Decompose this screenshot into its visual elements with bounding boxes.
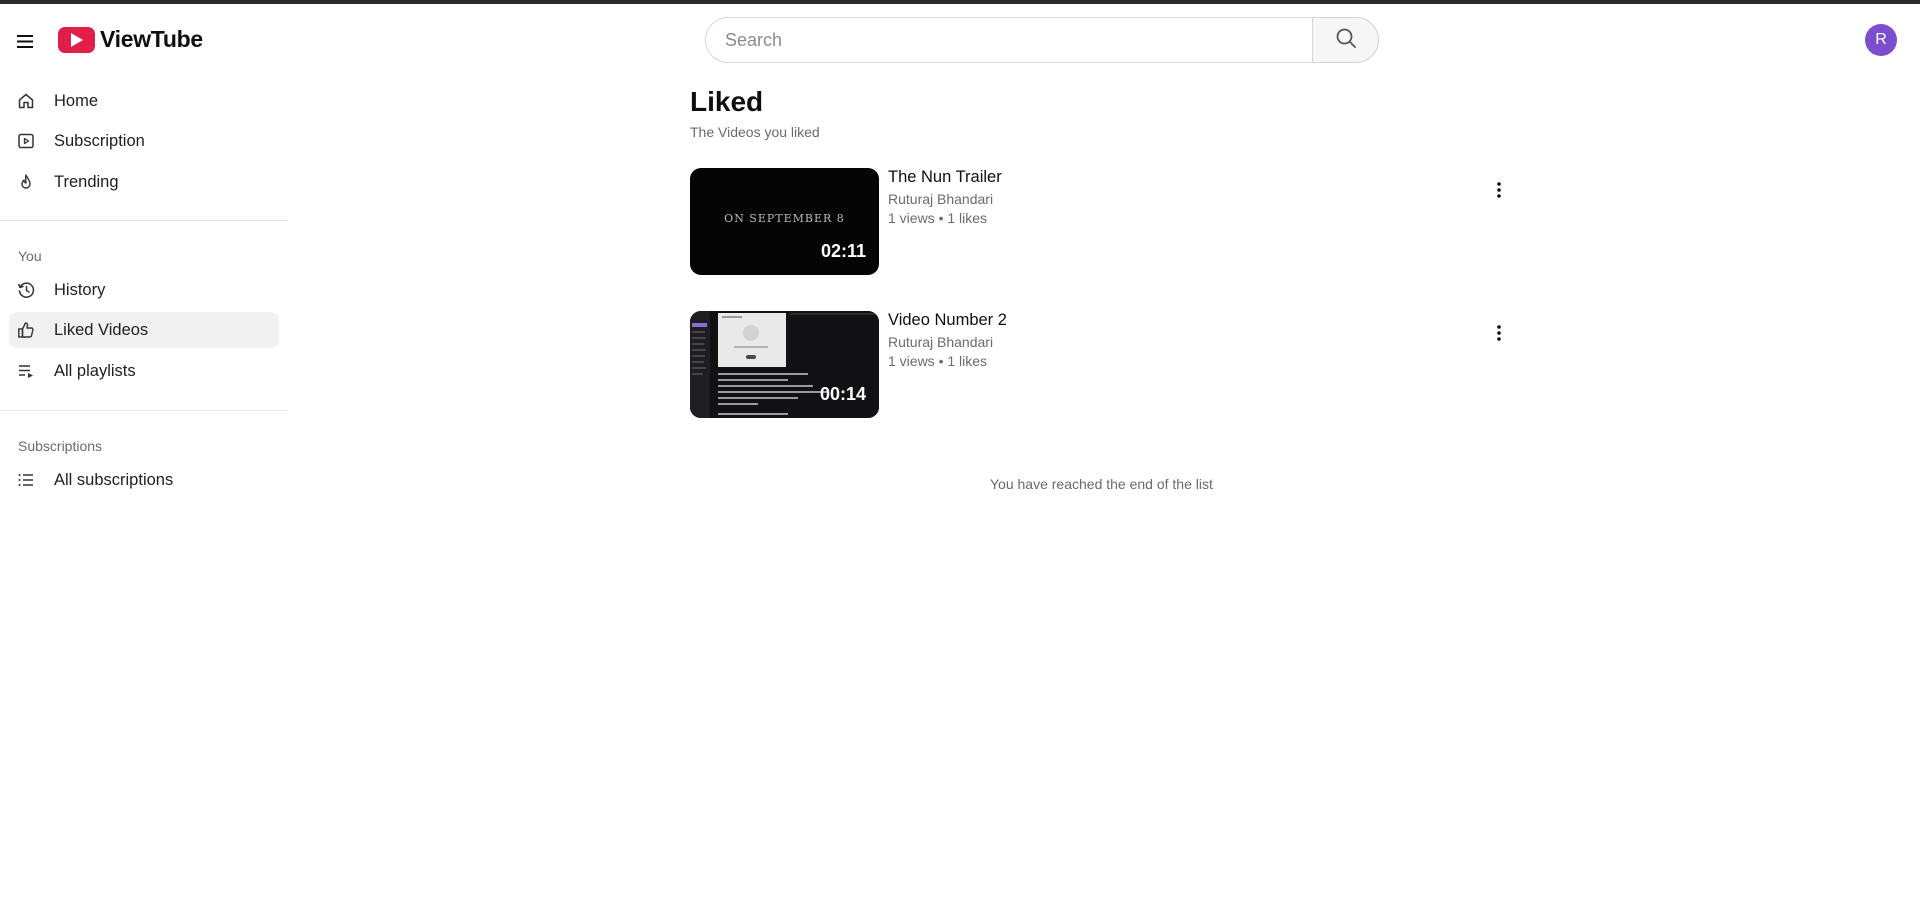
top-header: ViewTube R bbox=[0, 4, 1920, 76]
like-count: 1 likes bbox=[947, 210, 988, 226]
video-title[interactable]: The Nun Trailer bbox=[888, 168, 1002, 187]
video-stats: 1 views • 1 likes bbox=[888, 353, 987, 369]
page-subtitle: The Videos you liked bbox=[690, 124, 820, 140]
history-icon bbox=[17, 281, 35, 299]
thumbs-up-icon bbox=[17, 321, 35, 339]
sidebar-divider bbox=[0, 220, 288, 221]
subscription-icon bbox=[17, 132, 35, 150]
video-stats: 1 views • 1 likes bbox=[888, 210, 987, 226]
sidebar-item-all-subscriptions[interactable]: All subscriptions bbox=[9, 462, 279, 498]
end-of-list-message: You have reached the end of the list bbox=[990, 476, 1213, 492]
sidebar-item-label: All playlists bbox=[54, 361, 136, 380]
search-input[interactable] bbox=[705, 17, 1312, 63]
more-options-icon[interactable] bbox=[1490, 178, 1508, 202]
app-name: ViewTube bbox=[100, 26, 203, 52]
video-thumbnail[interactable]: ON SEPTEMBER 8 02:11 bbox=[690, 168, 879, 275]
view-count: 1 views bbox=[888, 210, 935, 226]
video-list-item[interactable]: 00:14 Video Number 2 Ruturaj Bhandari 1 … bbox=[690, 311, 1510, 419]
sidebar-item-subscription[interactable]: Subscription bbox=[9, 123, 279, 159]
duration-badge: 02:11 bbox=[820, 241, 866, 261]
flame-icon bbox=[17, 173, 35, 191]
more-options-icon[interactable] bbox=[1490, 321, 1508, 345]
sidebar-item-label: Liked Videos bbox=[54, 320, 149, 339]
sidebar-item-label: All subscriptions bbox=[54, 470, 174, 489]
hamburger-menu-icon[interactable] bbox=[12, 28, 38, 54]
search-bar bbox=[705, 17, 1379, 63]
avatar[interactable]: R bbox=[1865, 24, 1897, 56]
video-title[interactable]: Video Number 2 bbox=[888, 311, 1007, 330]
channel-name[interactable]: Ruturaj Bhandari bbox=[888, 334, 993, 350]
sidebar-item-label: Home bbox=[54, 91, 99, 110]
page-title: Liked bbox=[690, 86, 764, 117]
sidebar-item-home[interactable]: Home bbox=[9, 83, 279, 119]
thumbnail-caption: ON SEPTEMBER 8 bbox=[724, 212, 845, 225]
playlist-icon bbox=[17, 362, 35, 380]
home-icon bbox=[17, 92, 35, 110]
sidebar-item-label: History bbox=[54, 280, 106, 299]
sidebar-item-all-playlists[interactable]: All playlists bbox=[9, 353, 279, 389]
sidebar-divider bbox=[0, 410, 288, 411]
sidebar-item-label: Subscription bbox=[54, 131, 145, 150]
channel-name[interactable]: Ruturaj Bhandari bbox=[888, 191, 993, 207]
sidebar-item-label: Trending bbox=[54, 172, 119, 191]
video-list-item[interactable]: ON SEPTEMBER 8 02:11 The Nun Trailer Rut… bbox=[690, 168, 1510, 276]
section-label-subscriptions: Subscriptions bbox=[18, 438, 103, 454]
view-count: 1 views bbox=[888, 353, 935, 369]
search-button[interactable] bbox=[1312, 17, 1379, 63]
sidebar-item-history[interactable]: History bbox=[9, 272, 279, 308]
video-thumbnail[interactable]: 00:14 bbox=[690, 311, 879, 418]
viewtube-logo[interactable]: ViewTube bbox=[58, 26, 203, 53]
list-icon bbox=[17, 471, 35, 489]
sidebar-item-trending[interactable]: Trending bbox=[9, 164, 279, 200]
search-icon bbox=[1335, 27, 1357, 54]
meta-separator: • bbox=[938, 353, 944, 369]
sidebar-item-liked-videos[interactable]: Liked Videos bbox=[9, 312, 279, 348]
meta-separator: • bbox=[938, 210, 944, 226]
section-label-you: You bbox=[18, 248, 42, 264]
duration-badge: 00:14 bbox=[819, 384, 866, 404]
like-count: 1 likes bbox=[947, 353, 988, 369]
play-icon bbox=[58, 26, 95, 53]
